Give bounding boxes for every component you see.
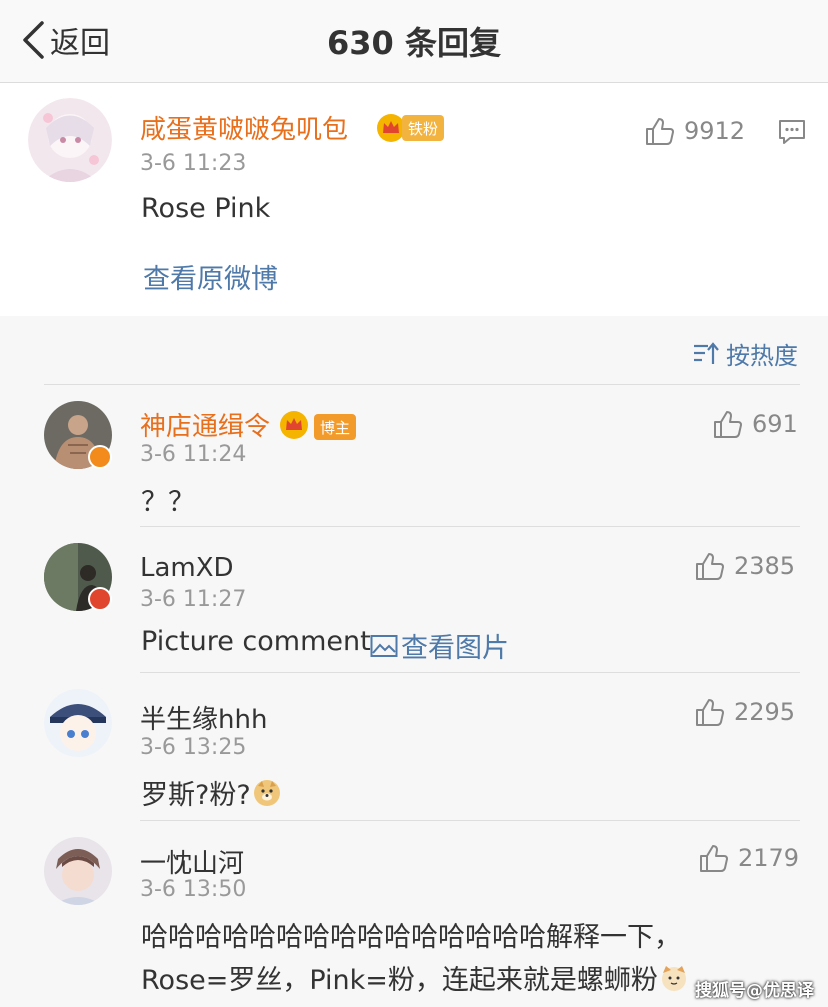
comment-icon[interactable]: [777, 117, 807, 147]
like-count: 691: [752, 410, 798, 438]
like-button[interactable]: 9912: [644, 115, 745, 147]
fan-badge: 铁粉: [402, 115, 445, 141]
sort-icon: [694, 341, 719, 364]
timestamp: 3-6 11:23: [140, 151, 247, 176]
view-original-link[interactable]: 查看原微博: [143, 257, 278, 296]
username[interactable]: LamXD: [140, 553, 234, 583]
verified-badge: [88, 587, 112, 611]
sort-by-hot-button[interactable]: 按热度: [692, 336, 798, 371]
reply-text-row: 罗斯?粉?: [141, 773, 281, 812]
thumbs-up-icon: [646, 118, 674, 145]
reply-text: Picture comment: [141, 626, 371, 657]
like-count: 9912: [684, 117, 746, 145]
avatar[interactable]: [28, 98, 112, 182]
like-button[interactable]: 2295: [694, 696, 795, 728]
divider: [140, 820, 800, 821]
avatar[interactable]: [44, 689, 112, 757]
comment-text: Rose Pink: [141, 193, 271, 224]
divider: [140, 526, 800, 527]
thumbs-up-icon: [696, 553, 724, 580]
original-comment: 咸蛋黄啵啵兔叽包 铁粉 3-6 11:23 Rose Pink 查看原微博 99…: [0, 83, 828, 316]
reply-text-row: Rose=罗丝，Pink=粉，连起来就是螺蛳粉: [141, 958, 688, 997]
like-button[interactable]: 691: [712, 408, 798, 440]
nav-bar: 返回 630 条回复: [0, 0, 828, 83]
image-icon: [370, 634, 398, 657]
page-title: 630 条回复: [327, 24, 501, 62]
username[interactable]: 神店通缉令: [140, 406, 270, 443]
thumbs-up-icon: [714, 411, 742, 438]
crown-icon: [280, 411, 308, 439]
timestamp: 3-6 11:24: [140, 442, 247, 467]
divider: [140, 672, 800, 673]
like-count: 2295: [734, 698, 796, 726]
view-picture-link[interactable]: 查看图片: [370, 626, 509, 665]
username[interactable]: 一忱山河: [140, 843, 244, 880]
sort-label: 按热度: [726, 342, 798, 370]
username[interactable]: 咸蛋黄啵啵兔叽包: [140, 109, 348, 146]
thumbs-up-icon: [696, 699, 724, 726]
reply-text: ？？: [141, 487, 195, 518]
watermark: 搜狐号@优思译: [695, 981, 814, 1001]
like-count: 2179: [738, 844, 800, 872]
thumbs-up-icon: [700, 845, 728, 872]
doge-emoji-icon: [253, 779, 280, 806]
divider: [44, 384, 800, 385]
like-button[interactable]: 2179: [698, 842, 799, 874]
cat-emoji-icon: [661, 965, 686, 991]
username[interactable]: 半生缘hhh: [140, 699, 267, 736]
reply-text: 罗斯?粉?: [141, 780, 251, 811]
timestamp: 3-6 11:27: [140, 587, 247, 612]
blogger-badge: 博主: [314, 414, 357, 440]
reply-text-line1: 哈哈哈哈哈哈哈哈哈哈哈哈哈哈哈解释一下，: [141, 922, 681, 953]
reply-text-line2: Rose=罗丝，Pink=粉，连起来就是螺蛳粉: [141, 965, 658, 996]
like-count: 2385: [734, 552, 796, 580]
timestamp: 3-6 13:25: [140, 735, 247, 760]
avatar[interactable]: [44, 837, 112, 905]
view-picture-label: 查看图片: [401, 633, 509, 664]
timestamp: 3-6 13:50: [140, 877, 247, 902]
like-button[interactable]: 2385: [694, 550, 795, 582]
verified-badge: [88, 445, 112, 469]
